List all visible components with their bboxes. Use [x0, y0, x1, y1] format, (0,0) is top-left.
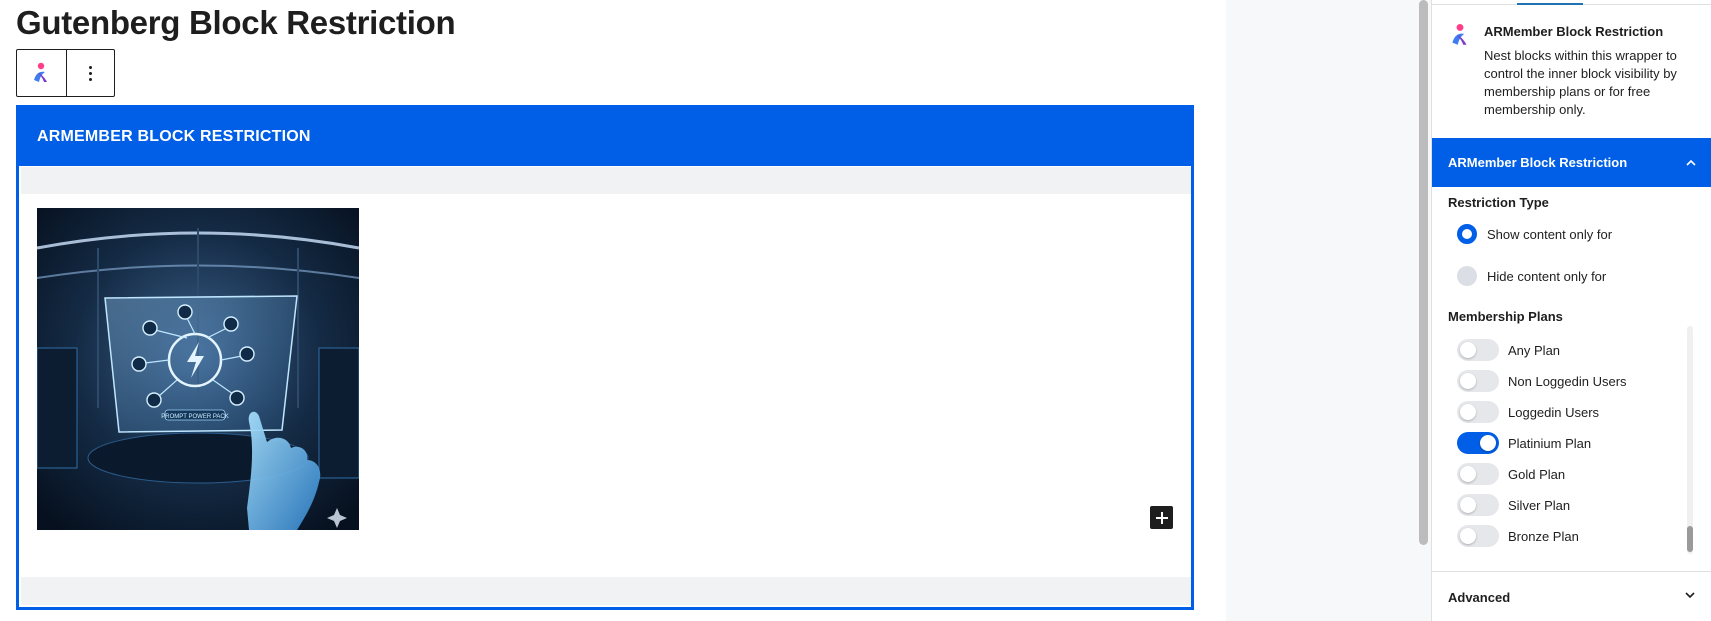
- plan-toggle-bronze[interactable]: Bronze Plan: [1457, 525, 1579, 547]
- block-type-button[interactable]: [17, 50, 66, 96]
- page-title[interactable]: Gutenberg Block Restriction: [16, 4, 456, 42]
- plus-icon: [1155, 511, 1168, 524]
- radio-label: Hide content only for: [1487, 268, 1607, 284]
- image-caption: PROMPT POWER PACK: [161, 414, 228, 420]
- membership-plans-label: Membership Plans: [1448, 309, 1563, 324]
- restriction-type-label: Restriction Type: [1448, 195, 1549, 210]
- plan-toggle-silver[interactable]: Silver Plan: [1457, 494, 1570, 516]
- restriction-panel-toggle[interactable]: ARMember Block Restriction: [1432, 138, 1711, 187]
- block-restriction-wrapper[interactable]: ARMEMBER BLOCK RESTRICTION PROMPT POWER …: [16, 105, 1194, 610]
- kebab-menu-icon: [88, 65, 92, 81]
- block-card: ARMember Block Restriction Nest blocks w…: [1432, 14, 1711, 138]
- toggle-switch[interactable]: [1457, 432, 1499, 454]
- block-header: ARMEMBER BLOCK RESTRICTION: [19, 108, 1191, 166]
- editor-scrollbar[interactable]: [1419, 0, 1428, 545]
- plan-label: Platinium Plan: [1508, 435, 1592, 451]
- plan-toggle-gold[interactable]: Gold Plan: [1457, 463, 1565, 485]
- block-card-description: Nest blocks within this wrapper to contr…: [1484, 48, 1677, 117]
- toggle-switch[interactable]: [1457, 463, 1499, 485]
- plan-label: Gold Plan: [1508, 466, 1566, 482]
- block-card-title: ARMember Block Restriction: [1484, 24, 1664, 39]
- plan-label: Non Loggedin Users: [1508, 373, 1627, 389]
- futuristic-hologram-image: PROMPT POWER PACK: [37, 208, 359, 530]
- chevron-up-icon: [1686, 159, 1696, 166]
- more-options-button[interactable]: [65, 50, 115, 96]
- block-image[interactable]: PROMPT POWER PACK: [37, 208, 359, 530]
- editor-gutter: [1226, 0, 1431, 621]
- add-block-button[interactable]: [1150, 506, 1173, 529]
- plans-scrollbar-thumb[interactable]: [1687, 526, 1693, 552]
- panel-title: ARMember Block Restriction: [1448, 155, 1628, 170]
- advanced-label: Advanced: [1448, 590, 1511, 605]
- toggle-switch[interactable]: [1457, 370, 1499, 392]
- plans-scrollbar[interactable]: [1687, 326, 1693, 554]
- chevron-down-icon: [1685, 592, 1695, 599]
- radio-label: Show content only for: [1487, 226, 1613, 242]
- toggle-switch[interactable]: [1457, 525, 1499, 547]
- plan-toggle-non-loggedin[interactable]: Non Loggedin Users: [1457, 370, 1627, 392]
- active-tab-indicator[interactable]: [1517, 0, 1583, 5]
- plan-label: Loggedin Users: [1508, 404, 1600, 420]
- block-toolbar: [16, 49, 115, 97]
- toggle-switch[interactable]: [1457, 494, 1499, 516]
- radio-hide-content[interactable]: Hide content only for: [1457, 266, 1606, 286]
- plan-label: Bronze Plan: [1508, 528, 1579, 544]
- radio-button-selected[interactable]: [1457, 224, 1477, 244]
- armember-person-icon: [1452, 23, 1467, 45]
- advanced-panel-toggle[interactable]: Advanced: [1432, 571, 1711, 621]
- plan-label: Any Plan: [1508, 342, 1561, 358]
- radio-show-content[interactable]: Show content only for: [1457, 224, 1612, 244]
- inner-block-appender-top: [21, 167, 1191, 194]
- armember-person-icon: [34, 62, 48, 82]
- toggle-switch[interactable]: [1457, 339, 1499, 361]
- toggle-switch[interactable]: [1457, 401, 1499, 423]
- inner-block-appender-bottom: [21, 577, 1191, 605]
- radio-button-unselected[interactable]: [1457, 266, 1477, 286]
- plan-toggle-any[interactable]: Any Plan: [1457, 339, 1560, 361]
- plan-label: Silver Plan: [1508, 497, 1571, 513]
- plan-toggle-platinium[interactable]: Platinium Plan: [1457, 432, 1591, 454]
- settings-sidebar: ARMember Block Restriction Nest blocks w…: [1431, 0, 1711, 621]
- editor-canvas: Gutenberg Block Restriction ARMEMBER BLO…: [0, 0, 1226, 621]
- plan-toggle-loggedin[interactable]: Loggedin Users: [1457, 401, 1599, 423]
